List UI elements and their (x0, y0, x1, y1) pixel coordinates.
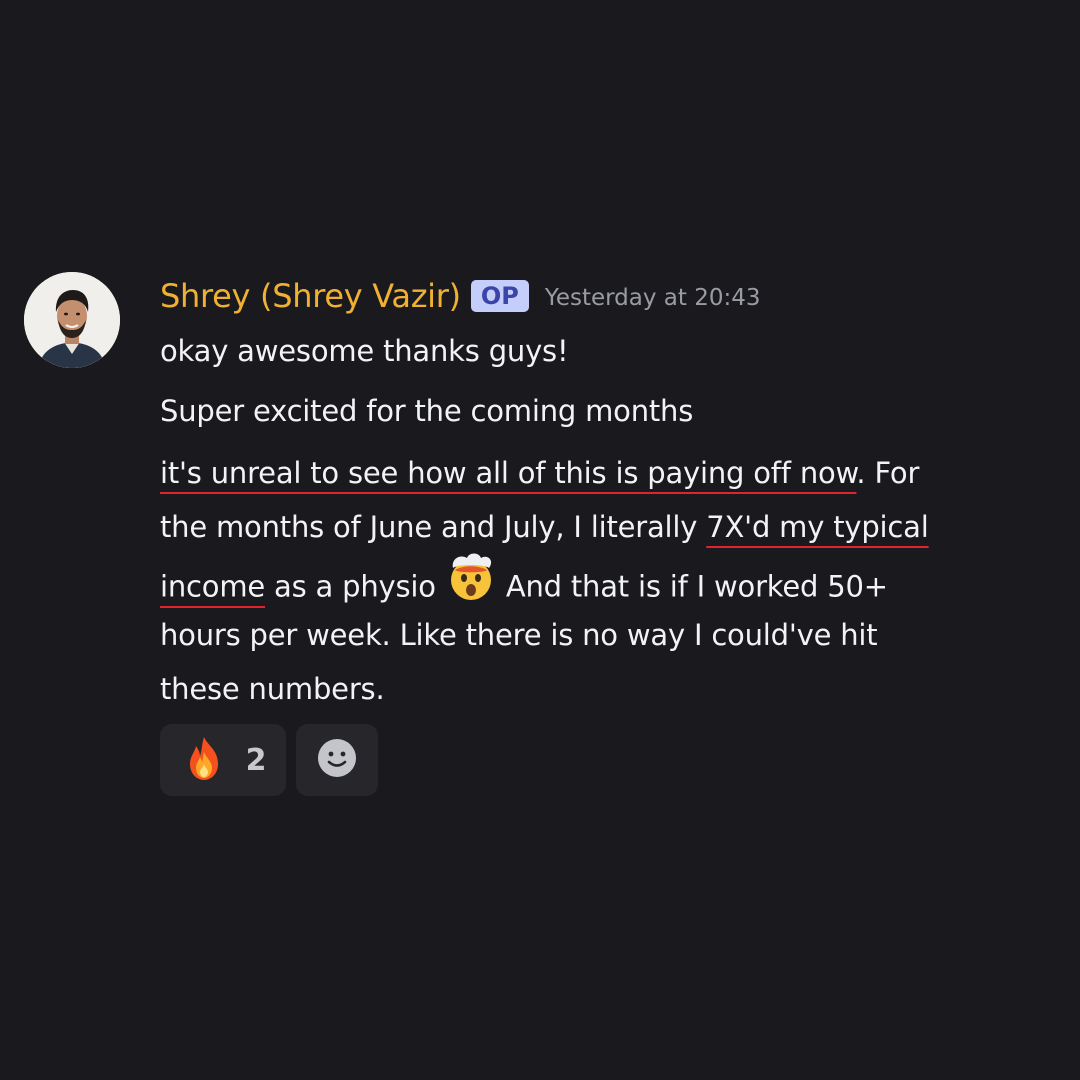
message-header: Shrey (Shrey Vazir) OP Yesterday at 20:4… (160, 274, 761, 318)
highlighted-phrase: income (160, 569, 266, 604)
add-reaction-icon (316, 737, 358, 783)
highlighted-phrase: 7X'd my typical (706, 510, 929, 544)
op-badge: OP (470, 280, 529, 312)
fire-reaction[interactable]: 2 (160, 724, 286, 796)
chat-message: Shrey (Shrey Vazir) OP Yesterday at 20:4… (0, 0, 1080, 1080)
author-name[interactable]: Shrey (Shrey Vazir) (160, 277, 461, 315)
reaction-count: 2 (245, 742, 267, 778)
text-span: And that is if I worked 50+ (496, 569, 888, 604)
paragraph-line-2: the months of June and July, I literally… (160, 500, 929, 554)
text-span: the months of June and July, I literally (160, 510, 707, 544)
fire-emoji (180, 734, 228, 786)
text-span: as a physio (265, 569, 445, 604)
message-line-2: Super excited for the coming months (160, 394, 694, 428)
message-timestamp[interactable]: Yesterday at 20:43 (545, 285, 761, 311)
paragraph-line-5: these numbers. (160, 672, 385, 706)
reactions-bar: 2 (160, 724, 378, 796)
paragraph-line-4: hours per week. Like there is no way I c… (160, 618, 878, 652)
text-span: . For (856, 456, 920, 490)
profile-photo (24, 272, 120, 368)
message-line-1: okay awesome thanks guys! (160, 334, 569, 368)
highlighted-phrase: it's unreal to see how all of this is pa… (160, 456, 857, 490)
avatar[interactable] (24, 272, 120, 368)
add-reaction-button[interactable] (296, 724, 378, 796)
paragraph-line-1: it's unreal to see how all of this is pa… (160, 446, 919, 500)
